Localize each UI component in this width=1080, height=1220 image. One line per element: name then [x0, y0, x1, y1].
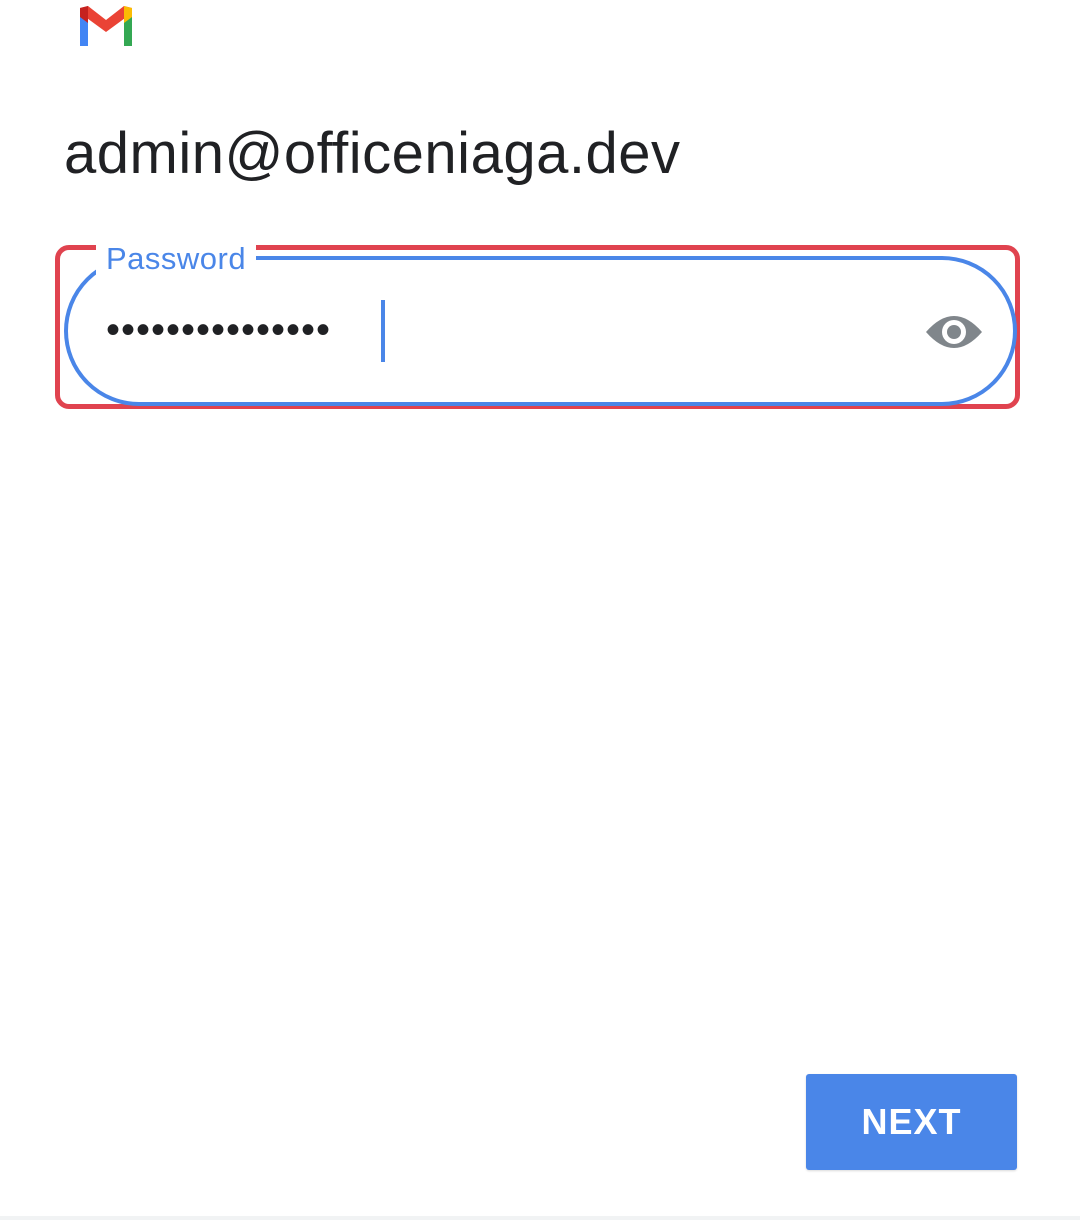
eye-icon — [926, 316, 982, 348]
text-cursor — [381, 300, 385, 362]
gmail-logo-icon — [80, 6, 132, 46]
gmail-sign-in-screen: admin@officeniaga.dev Password •••••••••… — [0, 0, 1080, 1220]
password-field-label: Password — [96, 241, 257, 277]
show-password-toggle[interactable] — [922, 306, 986, 358]
next-button[interactable]: NEXT — [806, 1074, 1017, 1170]
account-email: admin@officeniaga.dev — [64, 121, 681, 186]
password-masked-value[interactable]: ••••••••••••••• — [106, 304, 331, 356]
bottom-divider — [0, 1216, 1080, 1220]
